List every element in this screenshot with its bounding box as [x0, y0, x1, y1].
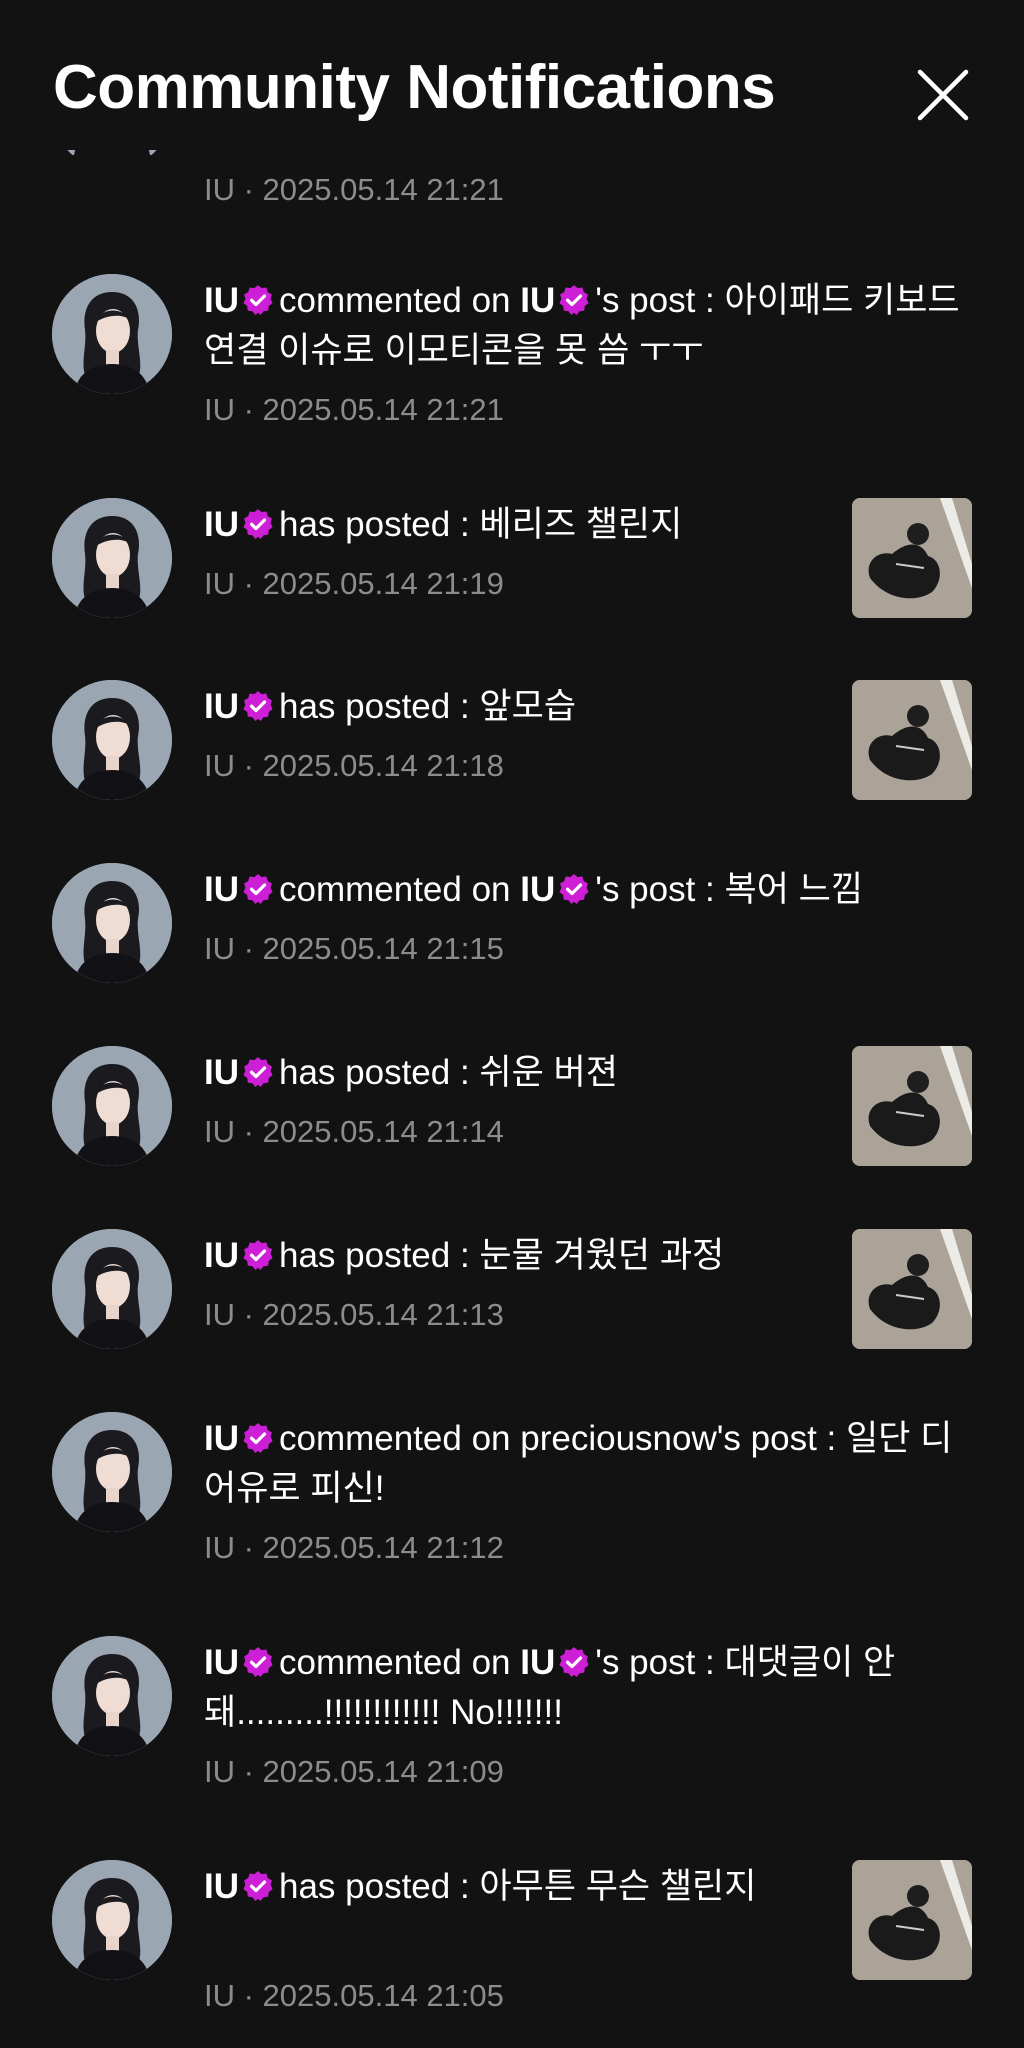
notification-meta: IU · 2025.05.14 21:14	[204, 1114, 504, 1149]
notification-text: IU has posted : 베리즈 챌린지	[204, 500, 804, 550]
notification-meta: IU · 2025.05.14 21:21	[204, 392, 504, 427]
notification-meta: IU · 2025.05.14 21:19	[204, 566, 504, 601]
verified-badge-icon	[241, 1055, 275, 1089]
author-name: IU	[204, 870, 239, 909]
post-thumbnail[interactable]	[852, 1046, 972, 1166]
author-name: IU	[204, 1053, 239, 1092]
notification-text: IU commented on preciousnow's post : 일단 디…	[204, 1414, 974, 1514]
page-title: Community Notifications	[53, 53, 776, 122]
notification-text: IU commented on IU's post : 아이패드 키보드 연결 이…	[204, 276, 974, 376]
verified-badge-icon	[241, 872, 275, 906]
avatar	[52, 1636, 172, 1756]
verified-badge-icon	[241, 1421, 275, 1455]
notification-action: has posted : 아무튼 무슨 챌린지	[279, 1867, 757, 1906]
verified-badge-icon	[241, 1869, 275, 1903]
verified-badge-icon	[241, 689, 275, 723]
verified-badge-icon	[557, 872, 591, 906]
avatar	[52, 1229, 172, 1349]
post-thumbnail[interactable]	[852, 1229, 972, 1349]
post-thumbnail[interactable]	[852, 498, 972, 618]
notification-text: IU commented on IU's post : 복어 느낌	[204, 865, 974, 915]
notification-suffix: 's post : 복어 느낌	[595, 870, 864, 909]
verified-badge-icon	[557, 1645, 591, 1679]
avatar	[52, 1860, 172, 1980]
avatar	[52, 274, 172, 394]
notification-meta: IU · 2025.05.14 21:12	[204, 1530, 504, 1565]
notification-action: commented on	[279, 1643, 511, 1682]
notification-action: commented on	[279, 281, 511, 320]
target-name: IU	[520, 870, 556, 909]
notification-action: commented on	[279, 870, 511, 909]
avatar	[52, 1046, 172, 1166]
author-name: IU	[204, 687, 239, 726]
notification-action: has posted : 베리즈 챌린지	[279, 505, 683, 544]
close-button[interactable]	[910, 62, 976, 128]
notification-text: IU has posted : 눈물 겨웠던 과정	[204, 1231, 804, 1281]
notification-meta: IU · 2025.05.14 21:21	[204, 172, 504, 207]
notification-meta: IU · 2025.05.14 21:15	[204, 931, 504, 966]
author-name: IU	[204, 1867, 239, 1906]
notification-text: IU has posted : 아무튼 무슨 챌린지	[204, 1862, 804, 1912]
author-name: IU	[204, 1236, 239, 1275]
verified-badge-icon	[557, 283, 591, 317]
target-name: IU	[520, 1643, 556, 1682]
verified-badge-icon	[241, 1645, 275, 1679]
post-thumbnail[interactable]	[852, 680, 972, 800]
notification-text: IU has posted : 쉬운 버젼	[204, 1048, 804, 1098]
avatar	[52, 1412, 172, 1532]
verified-badge-icon	[241, 507, 275, 541]
notification-meta: IU · 2025.05.14 21:09	[204, 1754, 504, 1789]
header: Community Notifications	[0, 0, 1024, 150]
notification-action: commented on preciousnow's post : 일단 디어유…	[204, 1419, 953, 1508]
close-icon	[917, 69, 969, 121]
notification-meta: IU · 2025.05.14 21:13	[204, 1297, 504, 1332]
notification-action: has posted : 쉬운 버젼	[279, 1053, 618, 1092]
author-name: IU	[204, 281, 239, 320]
target-name: IU	[520, 281, 556, 320]
notification-meta: IU · 2025.05.14 21:18	[204, 748, 504, 783]
notification-action: has posted : 앞모습	[279, 687, 577, 726]
author-name: IU	[204, 1643, 239, 1682]
author-name: IU	[204, 1419, 239, 1458]
verified-badge-icon	[241, 283, 275, 317]
avatar	[52, 498, 172, 618]
post-thumbnail[interactable]	[852, 1860, 972, 1980]
notification-text: IU has posted : 앞모습	[204, 682, 804, 732]
avatar	[52, 680, 172, 800]
verified-badge-icon	[241, 1238, 275, 1272]
author-name: IU	[204, 505, 239, 544]
notification-text: IU commented on IU's post : 대댓글이 안돼......…	[204, 1638, 974, 1738]
notification-action: has posted : 눈물 겨웠던 과정	[279, 1236, 725, 1275]
avatar	[52, 863, 172, 983]
notification-meta: IU · 2025.05.14 21:05	[204, 1978, 504, 2013]
